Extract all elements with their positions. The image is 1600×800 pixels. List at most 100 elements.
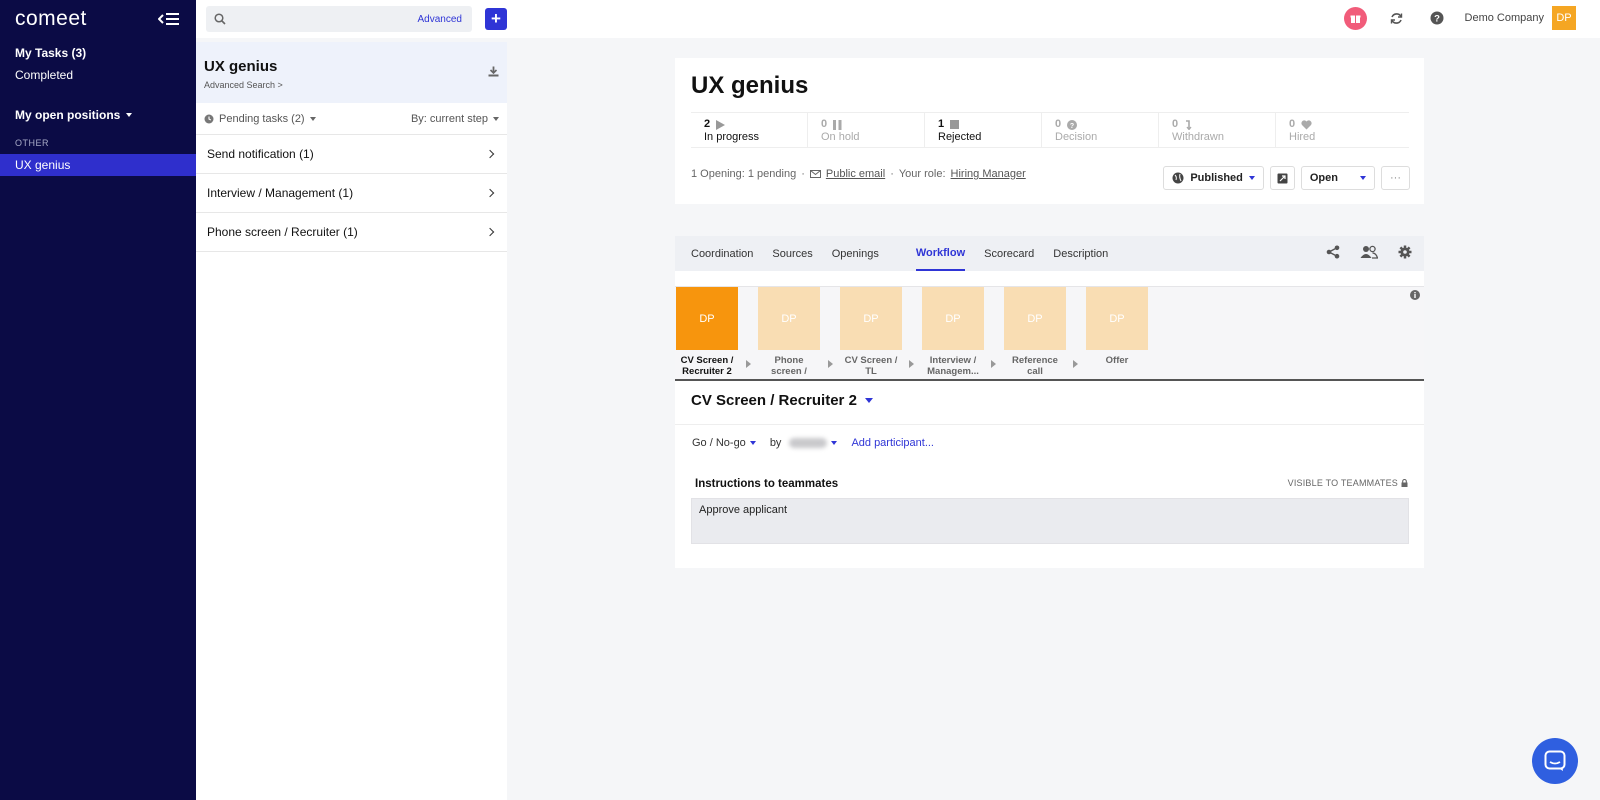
help-icon[interactable]: ? <box>1425 6 1449 30</box>
public-email-link[interactable]: Public email <box>826 168 885 180</box>
stage-item[interactable]: DP Offer <box>1086 287 1148 380</box>
chevron-right-icon <box>485 149 495 159</box>
sort-by-dropdown[interactable]: By: current step <box>411 113 499 125</box>
stage-arrow-icon <box>746 360 751 368</box>
sidebar-item-ux-genius[interactable]: UX genius <box>0 154 196 176</box>
sort-by-label: By: current step <box>410 112 488 125</box>
stat-hired[interactable]: 0 Hired <box>1276 113 1393 147</box>
svg-text:?: ? <box>1434 14 1440 25</box>
position-actions: Published Open ··· <box>1163 166 1410 190</box>
pending-tasks-filter[interactable]: Pending tasks (2) <box>204 113 316 125</box>
instructions-field[interactable]: Approve applicant <box>691 498 1409 544</box>
stage-item[interactable]: DP Interview / Managem... <box>922 287 984 380</box>
tab-openings[interactable]: Openings <box>832 236 879 271</box>
stage-item[interactable]: DP CV Screen / Recruiter 2 <box>676 287 738 380</box>
advanced-search-link-panel[interactable]: Advanced Search > <box>204 80 499 90</box>
stat-label: Rejected <box>938 131 982 143</box>
stat-count: 1 <box>938 118 945 130</box>
advanced-search-link[interactable]: Advanced <box>418 14 462 25</box>
add-participant-link[interactable]: Add participant... <box>851 437 934 449</box>
add-button[interactable]: + <box>485 8 507 30</box>
chevron-right-icon <box>485 227 495 237</box>
stat-withdrawn[interactable]: 0 Withdrawn <box>1159 113 1276 147</box>
workflow-section: Coordination Sources Openings Workflow S… <box>675 236 1424 568</box>
tab-workflow[interactable]: Workflow <box>915 236 966 271</box>
chevron-down-icon <box>126 113 133 117</box>
stat-count: 0 <box>1055 118 1062 130</box>
chevron-down-icon <box>1248 176 1255 180</box>
tab-description[interactable]: Description <box>1053 236 1108 271</box>
more-options-button[interactable]: ··· <box>1381 166 1410 190</box>
info-icon[interactable] <box>1410 290 1420 300</box>
refresh-icon[interactable] <box>1385 6 1409 30</box>
instructions-title: Instructions to teammates <box>695 478 839 490</box>
task-row[interactable]: Phone screen / Recruiter (1) <box>196 213 507 252</box>
stage-arrow-icon <box>991 360 996 368</box>
search-box: Advanced <box>206 6 472 32</box>
chevron-right-icon <box>485 188 495 198</box>
tab-coordination[interactable]: Coordination <box>691 236 753 271</box>
clock-icon <box>204 114 214 123</box>
tab-sources[interactable]: Sources <box>772 236 812 271</box>
stage-label: Reference call <box>1012 355 1058 377</box>
openings-text: 1 Opening: 1 pending <box>691 168 797 180</box>
completed-link[interactable]: Completed <box>0 64 196 86</box>
tab-scorecard[interactable]: Scorecard <box>984 236 1034 271</box>
stage-owner-avatar: DP <box>1004 287 1066 350</box>
stage-arrow-icon <box>828 360 833 368</box>
settings-gear-icon[interactable] <box>1398 245 1412 259</box>
stat-rejected[interactable]: 1 Rejected <box>925 113 1042 147</box>
decision-row: Go / No-go by Add participant... <box>692 437 934 449</box>
gift-icon[interactable] <box>1343 6 1367 30</box>
task-row[interactable]: Interview / Management (1) <box>196 174 507 213</box>
sidebar: comeet My Tasks (3) Completed My open po… <box>0 0 196 800</box>
panel-header: UX genius Advanced Search > <box>196 42 507 103</box>
stage-label: Phone screen / <box>771 355 807 377</box>
other-section-label: OTHER <box>15 138 49 148</box>
stat-in-progress[interactable]: 2 In progress <box>691 113 808 147</box>
status-dropdown[interactable]: Open <box>1300 166 1375 190</box>
top-bar: Advanced + ? Demo Company DP <box>196 0 1600 38</box>
stage-label: Interview / Managem... <box>927 355 979 377</box>
chevron-down-icon <box>864 398 873 403</box>
company-name[interactable]: Demo Company <box>1465 12 1544 24</box>
stat-label: Withdrawn <box>1172 131 1224 143</box>
divider <box>675 424 1424 425</box>
status-label: Open <box>1309 172 1338 184</box>
by-label: by <box>769 437 782 449</box>
download-icon[interactable] <box>488 66 499 77</box>
stop-icon <box>950 120 960 129</box>
pause-icon <box>833 119 842 130</box>
tab-actions <box>1326 245 1412 259</box>
stage-item[interactable]: DP Reference call <box>1004 287 1066 380</box>
chevron-down-icon <box>1360 176 1366 180</box>
assignee-dropdown[interactable] <box>789 438 838 448</box>
stage-owner-avatar: DP <box>922 287 984 350</box>
user-avatar[interactable]: DP <box>1552 6 1576 30</box>
chat-launcher[interactable] <box>1532 738 1578 784</box>
my-open-positions-toggle[interactable]: My open positions <box>0 104 196 126</box>
stage-arrow-icon <box>1073 360 1078 368</box>
published-dropdown[interactable]: Published <box>1163 166 1264 190</box>
share-icon[interactable] <box>1326 245 1340 259</box>
visibility-label: VISIBLE TO TEAMMATES <box>1288 478 1408 488</box>
collapse-menu-icon[interactable] <box>158 11 180 27</box>
decision-dropdown[interactable]: Go / No-go <box>692 437 756 449</box>
stage-owner-avatar: DP <box>758 287 820 350</box>
stat-decision[interactable]: 0 ? Decision <box>1042 113 1159 147</box>
stage-item[interactable]: DP CV Screen / TL <box>840 287 902 380</box>
task-row[interactable]: Send notification (1) <box>196 135 507 174</box>
current-stage-title[interactable]: CV Screen / Recruiter 2 <box>691 392 873 409</box>
stat-label: Decision <box>1055 131 1098 143</box>
chevron-down-icon <box>309 116 316 121</box>
stat-label: On hold <box>821 131 860 143</box>
stage-owner-avatar: DP <box>676 287 738 350</box>
stage-item[interactable]: DP Phone screen / <box>758 287 820 380</box>
stat-on-hold[interactable]: 0 On hold <box>808 113 925 147</box>
my-tasks-link[interactable]: My Tasks (3) <box>0 42 196 64</box>
svg-text:?: ? <box>1070 123 1074 130</box>
preview-button[interactable] <box>1269 166 1295 190</box>
team-icon[interactable] <box>1360 245 1378 259</box>
role-link[interactable]: Hiring Manager <box>951 168 1026 180</box>
search-input[interactable] <box>230 12 418 26</box>
